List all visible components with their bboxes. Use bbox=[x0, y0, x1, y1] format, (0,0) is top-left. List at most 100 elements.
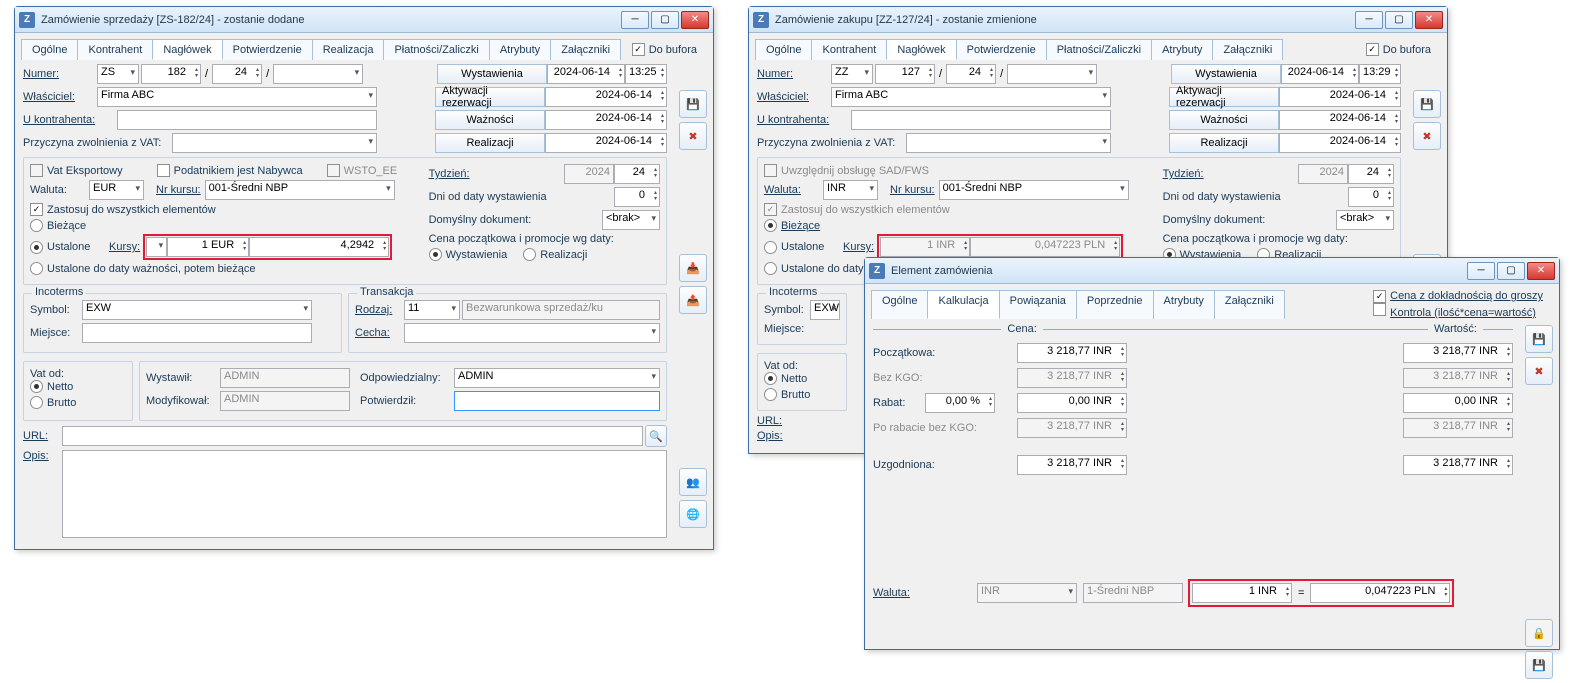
nrkursu-combo[interactable]: 001-Średni NBP bbox=[205, 180, 395, 200]
biezace-radio[interactable] bbox=[30, 219, 43, 232]
symbol-combo[interactable]: EXW bbox=[810, 300, 840, 320]
przyczyna-combo[interactable] bbox=[906, 133, 1111, 153]
rabat-pct[interactable]: 0,00 % bbox=[925, 393, 995, 413]
save-alt-button[interactable]: 💾 bbox=[1525, 651, 1553, 679]
netto-radio[interactable] bbox=[30, 380, 43, 393]
tab-poprzednie[interactable]: Poprzednie bbox=[1076, 290, 1154, 319]
date-real[interactable]: 2024-06-14 bbox=[1279, 133, 1401, 153]
tab-naglowek[interactable]: Nagłówek bbox=[152, 39, 222, 60]
aktywacji-button[interactable]: Aktywacji rezerwacji bbox=[1169, 87, 1279, 107]
tab-ogolne[interactable]: Ogólne bbox=[871, 290, 928, 319]
minimize-button[interactable]: ─ bbox=[1355, 11, 1383, 29]
miejsce-input[interactable] bbox=[82, 323, 312, 343]
url-input[interactable] bbox=[62, 426, 643, 446]
waluta-combo[interactable]: EUR bbox=[89, 180, 144, 200]
podatnik-nabywca-checkbox[interactable] bbox=[157, 164, 170, 177]
ustalone-do-daty-radio[interactable] bbox=[764, 262, 777, 275]
url-browse-button[interactable]: 🔍 bbox=[645, 425, 667, 447]
kontrola-checkbox[interactable] bbox=[1373, 303, 1386, 316]
ustalone-do-daty-radio[interactable] bbox=[30, 262, 43, 275]
rodzaj-combo[interactable]: 11 bbox=[404, 300, 460, 320]
close-button[interactable]: ✕ bbox=[681, 11, 709, 29]
num-extra-combo[interactable] bbox=[273, 64, 363, 84]
kurs-right-spin[interactable]: 4,2942 bbox=[249, 237, 389, 257]
odpowiedzialny-combo[interactable]: ADMIN bbox=[454, 368, 660, 388]
zastosuj-checkbox[interactable]: ✓ bbox=[30, 203, 43, 216]
tab-realizacja[interactable]: Realizacja bbox=[312, 39, 385, 60]
brutto-radio[interactable] bbox=[30, 396, 43, 409]
date-aktyw[interactable]: 2024-06-14 bbox=[1279, 87, 1401, 107]
num-main[interactable]: 127 bbox=[875, 64, 935, 84]
realizacji-button[interactable]: Realizacji bbox=[435, 133, 545, 153]
time-wyst[interactable]: 13:29 bbox=[1359, 64, 1401, 84]
tab-zalaczniki[interactable]: Załączniki bbox=[1212, 39, 1283, 60]
minimize-button[interactable]: ─ bbox=[621, 11, 649, 29]
tab-platnosci[interactable]: Płatności/Zaliczki bbox=[383, 39, 489, 60]
num-series[interactable]: ZZ bbox=[831, 64, 873, 84]
date-wyst[interactable]: 2024-06-14 bbox=[1281, 64, 1359, 84]
waznosci-button[interactable]: Ważności bbox=[1169, 110, 1279, 130]
time-wystawienia[interactable]: 13:25 bbox=[625, 64, 667, 84]
tab-potwierdzenie[interactable]: Potwierdzenie bbox=[222, 39, 313, 60]
nrkursu-combo[interactable]: 001-Średni NBP bbox=[939, 180, 1129, 200]
date-aktywacji[interactable]: 2024-06-14 bbox=[545, 87, 667, 107]
tab-zalaczniki[interactable]: Załączniki bbox=[1214, 290, 1285, 319]
symbol-combo[interactable]: EXW bbox=[82, 300, 312, 320]
cancel-button[interactable]: ✖ bbox=[679, 122, 707, 150]
tab-atrybuty[interactable]: Atrybuty bbox=[1153, 290, 1215, 319]
tydzien-week[interactable]: 24 bbox=[1348, 164, 1394, 184]
waluta-combo[interactable]: INR bbox=[823, 180, 878, 200]
date-wazn[interactable]: 2024-06-14 bbox=[1279, 110, 1401, 130]
cancel-button[interactable]: ✖ bbox=[1413, 122, 1441, 150]
domyslny-combo[interactable]: <brak> bbox=[1336, 210, 1394, 230]
wystawienia-button[interactable]: Wystawienia bbox=[1171, 64, 1281, 84]
cancel-button[interactable]: ✖ bbox=[1525, 357, 1553, 385]
dobufora-checkbox[interactable]: ✓ bbox=[632, 43, 645, 56]
tab-potwierdzenie[interactable]: Potwierdzenie bbox=[956, 39, 1047, 60]
save-button[interactable]: 💾 bbox=[679, 90, 707, 118]
cecha-combo[interactable] bbox=[404, 323, 660, 343]
minimize-button[interactable]: ─ bbox=[1467, 262, 1495, 280]
tab-platnosci[interactable]: Płatności/Zaliczki bbox=[1046, 39, 1152, 60]
close-button[interactable]: ✕ bbox=[1527, 262, 1555, 280]
tab-kontrahent[interactable]: Kontrahent bbox=[811, 39, 887, 60]
num-year-spin[interactable]: 24 bbox=[212, 64, 262, 84]
real-radio[interactable] bbox=[523, 248, 536, 261]
ukontrahenta-input[interactable] bbox=[851, 110, 1111, 130]
brutto-radio[interactable] bbox=[764, 388, 777, 401]
cena-z-checkbox[interactable]: ✓ bbox=[1373, 290, 1386, 303]
wystawienia-button[interactable]: Wystawienia bbox=[437, 64, 547, 84]
wlasciciel-combo[interactable]: Firma ABC bbox=[831, 87, 1111, 107]
tydzien-week[interactable]: 24 bbox=[614, 164, 660, 184]
opis-textarea[interactable] bbox=[62, 450, 667, 538]
wartosc-uzgodniona[interactable]: 3 218,77 INR bbox=[1403, 455, 1513, 475]
vat-eksportowy-checkbox[interactable] bbox=[30, 164, 43, 177]
waznosci-button[interactable]: Ważności bbox=[435, 110, 545, 130]
wyst-radio[interactable] bbox=[429, 248, 442, 261]
save-button[interactable]: 💾 bbox=[1525, 325, 1553, 353]
maximize-button[interactable]: ▢ bbox=[651, 11, 679, 29]
biezace-radio[interactable] bbox=[764, 219, 777, 232]
date-wystawienia[interactable]: 2024-06-14 bbox=[547, 64, 625, 84]
ukontrahenta-input[interactable] bbox=[117, 110, 377, 130]
netto-radio[interactable] bbox=[764, 372, 777, 385]
users-button[interactable]: 👥 bbox=[679, 468, 707, 496]
cena-uzgodniona[interactable]: 3 218,77 INR bbox=[1017, 455, 1127, 475]
ustalone-radio[interactable] bbox=[764, 241, 777, 254]
domyslny-combo[interactable]: <brak> bbox=[602, 210, 660, 230]
bin-out-button[interactable]: 📤 bbox=[679, 286, 707, 314]
date-waznosci[interactable]: 2024-06-14 bbox=[545, 110, 667, 130]
kurs-right-c[interactable]: 0,047223 PLN bbox=[1310, 583, 1450, 603]
date-realizacji[interactable]: 2024-06-14 bbox=[545, 133, 667, 153]
tab-ogolne[interactable]: Ogólne bbox=[21, 39, 78, 60]
tab-zalaczniki[interactable]: Załączniki bbox=[550, 39, 621, 60]
wartosc-poczatkowa[interactable]: 3 218,77 INR bbox=[1403, 343, 1513, 363]
tab-atrybuty[interactable]: Atrybuty bbox=[489, 39, 551, 60]
save-button[interactable]: 💾 bbox=[1413, 90, 1441, 118]
maximize-button[interactable]: ▢ bbox=[1497, 262, 1525, 280]
dni-spin[interactable]: 0 bbox=[1348, 187, 1394, 207]
ustalone-radio[interactable] bbox=[30, 241, 43, 254]
dobufora-checkbox[interactable]: ✓ bbox=[1366, 43, 1379, 56]
wlasciciel-combo[interactable]: Firma ABC bbox=[97, 87, 377, 107]
przyczyna-combo[interactable] bbox=[172, 133, 377, 153]
